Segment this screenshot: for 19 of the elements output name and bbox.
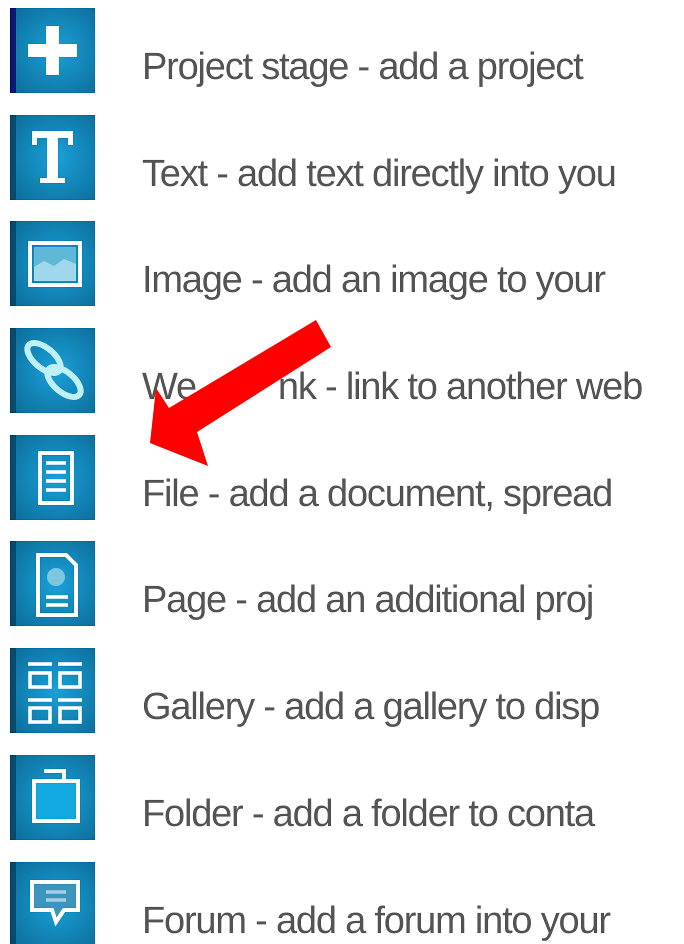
item-description: Project stage - add a project (142, 46, 582, 88)
page-icon[interactable] (10, 541, 95, 626)
item-description: Image - add an image to your (142, 259, 605, 302)
item-description: Text - add text directly into you (142, 152, 616, 195)
gallery-icon[interactable] (10, 648, 95, 734)
folder-icon[interactable] (10, 754, 95, 840)
plus-icon[interactable] (10, 8, 95, 93)
item-description: Page - add an additional proj (142, 579, 594, 622)
document-icon[interactable] (10, 434, 95, 520)
text-icon[interactable] (10, 114, 95, 200)
item-description: Forum - add a forum into your (142, 900, 610, 942)
item-description: Folder - add a folder to conta (142, 792, 594, 835)
item-description: File - add a document, spread (142, 472, 612, 515)
image-icon[interactable] (10, 221, 95, 306)
item-description: nk - link to another web (278, 366, 642, 408)
item-description: Gallery - add a gallery to disp (142, 686, 600, 728)
speech-bubble-icon[interactable] (10, 862, 95, 944)
chain-icon[interactable] (10, 328, 95, 414)
item-description: We (142, 366, 196, 408)
